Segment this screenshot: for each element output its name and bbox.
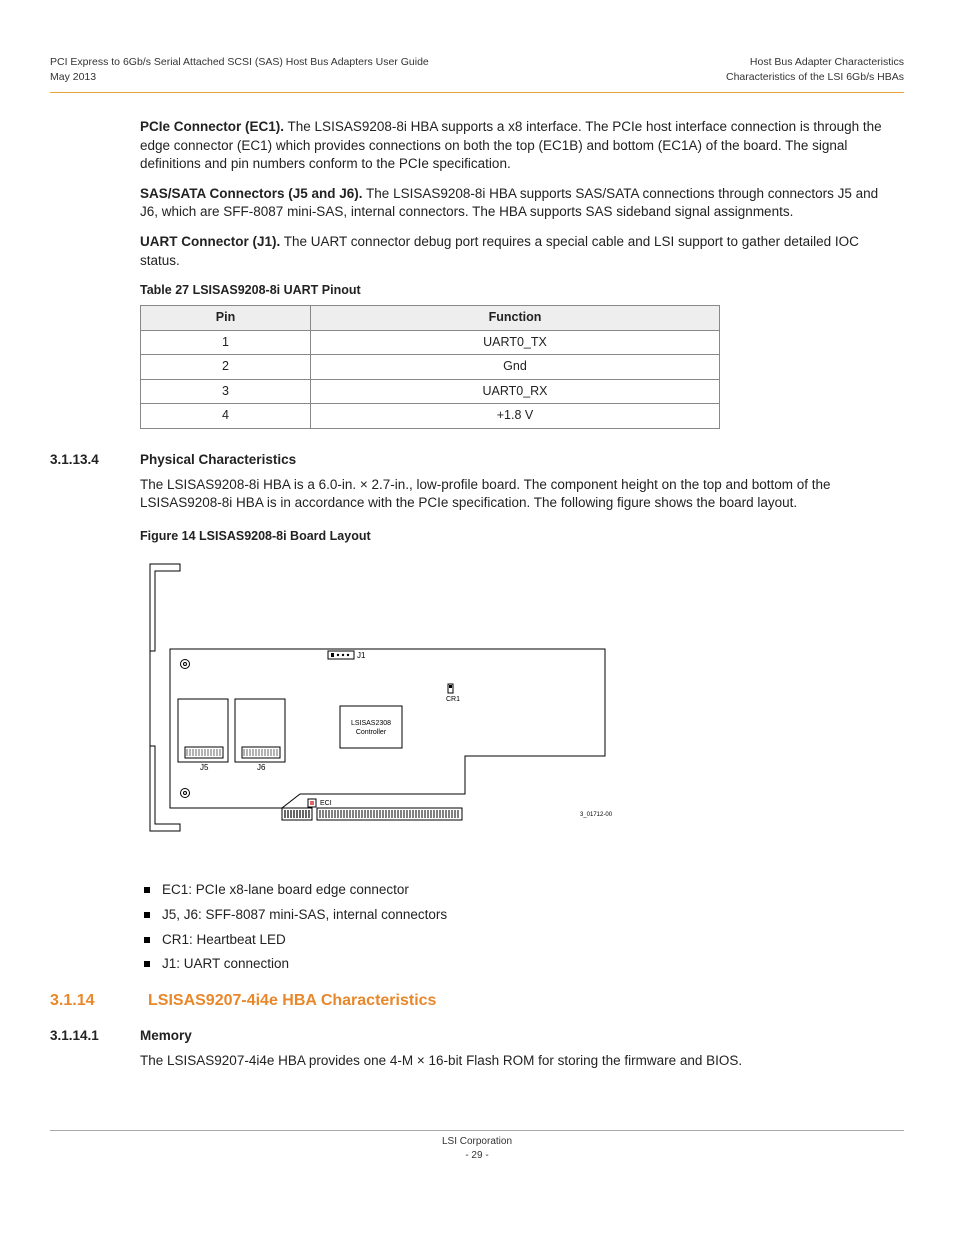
cell-pin: 2 (141, 355, 311, 380)
cell-func: Gnd (311, 355, 720, 380)
chapter-title: Host Bus Adapter Characteristics (726, 55, 904, 70)
cell-pin: 3 (141, 379, 311, 404)
table-row: 1 UART0_TX (141, 330, 720, 355)
para-uart-connector: UART Connector (J1). The UART connector … (140, 233, 896, 269)
section-title-3-1-14: LSISAS9207-4i4e HBA Characteristics (148, 990, 436, 1012)
doc-title: PCI Express to 6Gb/s Serial Attached SCS… (50, 55, 429, 70)
label-cr1: CR1 (446, 696, 460, 703)
component-bullet-list: EC1: PCIe x8-lane board edge connector J… (140, 881, 896, 975)
table-row: 4 +1.8 V (141, 404, 720, 429)
list-item: EC1: PCIe x8-lane board edge connector (140, 881, 896, 900)
physical-characteristics-body: The LSISAS9208-8i HBA is a 6.0-in. × 2.7… (140, 476, 896, 512)
doc-date: May 2013 (50, 70, 429, 85)
cell-pin: 4 (141, 404, 311, 429)
header-rule (50, 92, 904, 93)
figure14-caption: Figure 14 LSISAS9208-8i Board Layout (140, 528, 896, 546)
label-controller-l1: LSISAS2308 (351, 720, 391, 727)
para-sas-connectors: SAS/SATA Connectors (J5 and J6). The LSI… (140, 185, 896, 221)
memory-body: The LSISAS9207-4i4e HBA provides one 4-M… (140, 1052, 896, 1070)
page-footer: LSI Corporation - 29 - (50, 1130, 904, 1163)
section-3-1-14: 3.1.14 LSISAS9207-4i4e HBA Characteristi… (50, 990, 904, 1012)
cell-func: UART0_RX (311, 379, 720, 404)
header-right: Host Bus Adapter Characteristics Charact… (726, 55, 904, 84)
table27-uart-pinout: Pin Function 1 UART0_TX 2 Gnd 3 UART0_RX… (140, 305, 720, 429)
subsection-3-1-14-1: 3.1.14.1 Memory (50, 1027, 904, 1046)
footer-company: LSI Corporation (50, 1135, 904, 1149)
subsection-num: 3.1.13.4 (50, 451, 140, 470)
board-layout-diagram: J1 CR1 LSISAS2308 Controller J5 J6 (140, 556, 630, 851)
label-eci: ECI (320, 800, 332, 807)
label-j1: J1 (357, 651, 366, 660)
sas-lead: SAS/SATA Connectors (J5 and J6). (140, 186, 363, 201)
subsection-title: Physical Characteristics (140, 451, 296, 470)
table-row: 3 UART0_RX (141, 379, 720, 404)
label-j5: J5 (200, 763, 209, 772)
section-title: Characteristics of the LSI 6Gb/s HBAs (726, 70, 904, 85)
th-pin: Pin (141, 306, 311, 331)
subsection-title: Memory (140, 1027, 192, 1046)
footer-page-number: - 29 - (50, 1149, 904, 1163)
list-item: J1: UART connection (140, 955, 896, 974)
table-row: 2 Gnd (141, 355, 720, 380)
label-drawing-number: 3_01712-00 (580, 812, 613, 818)
cell-func: UART0_TX (311, 330, 720, 355)
pcie-lead: PCIe Connector (EC1). (140, 119, 284, 134)
list-item: J5, J6: SFF-8087 mini-SAS, internal conn… (140, 906, 896, 925)
cell-func: +1.8 V (311, 404, 720, 429)
uart-lead: UART Connector (J1). (140, 234, 280, 249)
subsection-3-1-13-4: 3.1.13.4 Physical Characteristics (50, 451, 904, 470)
section-num: 3.1.14 (50, 990, 148, 1012)
page-header: PCI Express to 6Gb/s Serial Attached SCS… (50, 55, 904, 84)
label-j6: J6 (257, 763, 266, 772)
list-item: CR1: Heartbeat LED (140, 931, 896, 950)
label-controller-l2: Controller (356, 729, 387, 736)
para-pcie-connector: PCIe Connector (EC1). The LSISAS9208-8i … (140, 118, 896, 173)
cell-pin: 1 (141, 330, 311, 355)
th-function: Function (311, 306, 720, 331)
header-left: PCI Express to 6Gb/s Serial Attached SCS… (50, 55, 429, 84)
subsection-num: 3.1.14.1 (50, 1027, 140, 1046)
table27-caption: Table 27 LSISAS9208-8i UART Pinout (140, 282, 896, 300)
